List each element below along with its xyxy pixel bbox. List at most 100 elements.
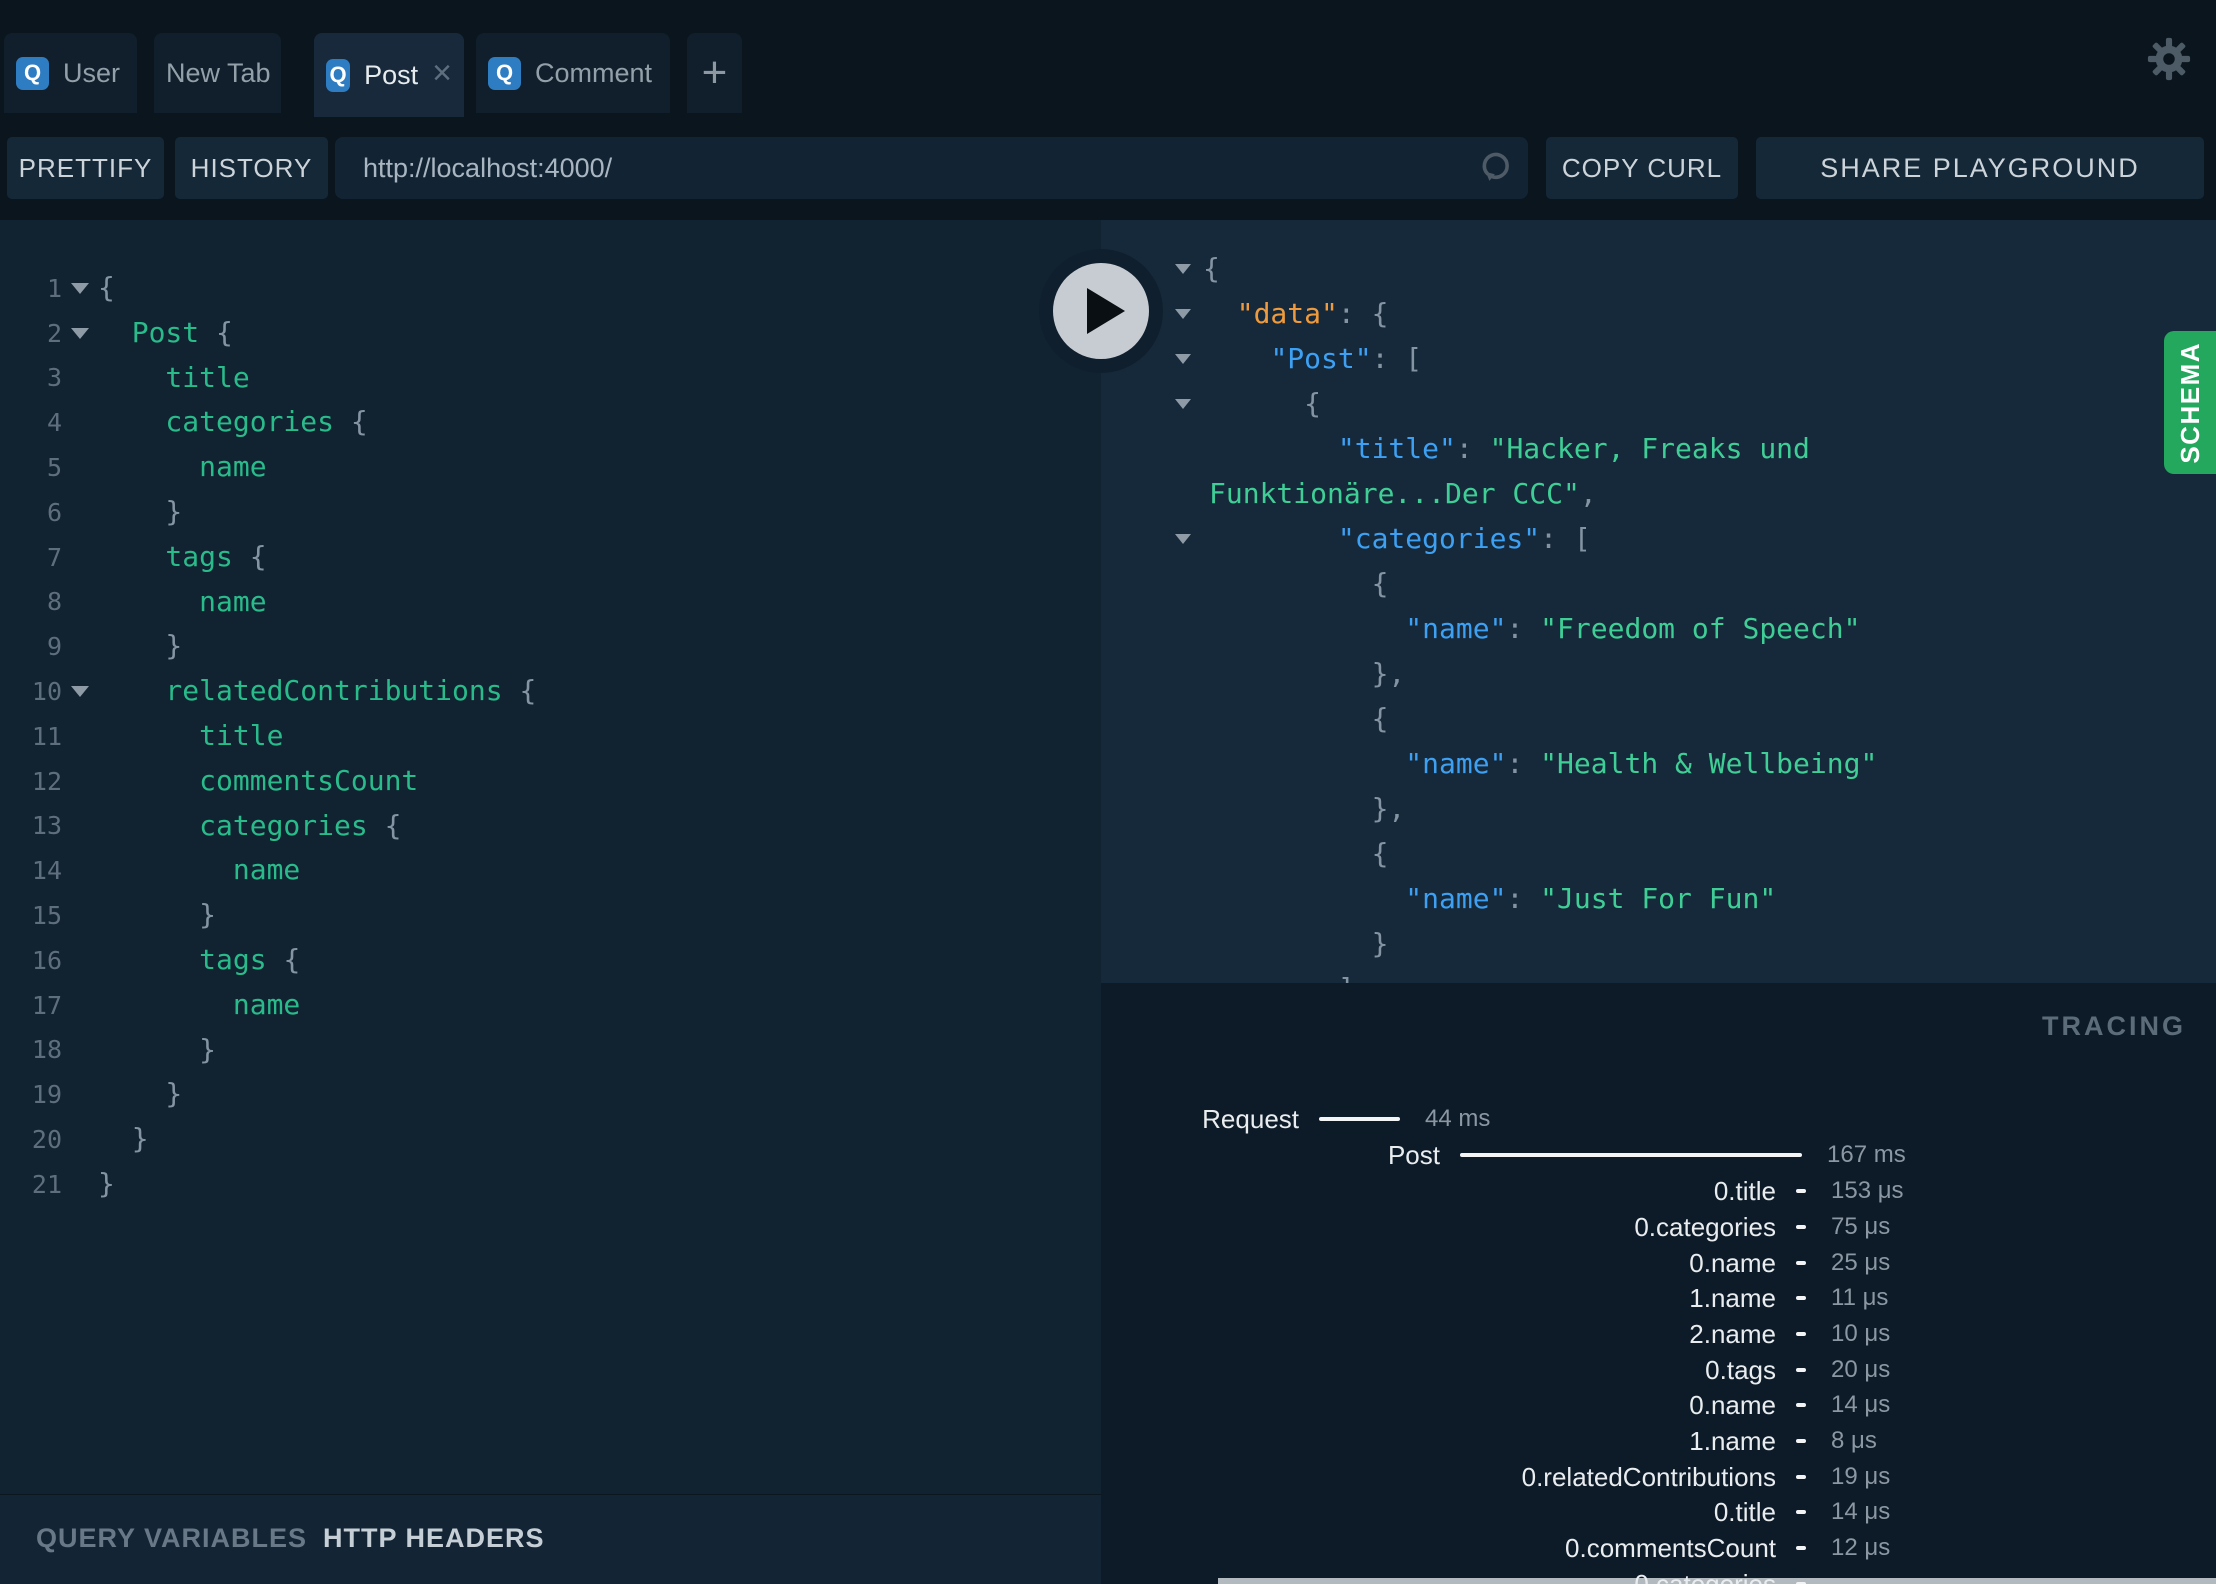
editor-line[interactable]: 9 } (0, 624, 1101, 669)
tab-post[interactable]: Q Post × (314, 33, 464, 117)
response-line: "title": "Hacker, Freaks und (1101, 426, 2216, 471)
editor-line[interactable]: 8 name (0, 580, 1101, 625)
plus-icon: + (701, 48, 728, 97)
trace-duration: 11 μs (1831, 1284, 1889, 1311)
line-number: 4 (46, 408, 62, 438)
trace-duration: 12 μs (1831, 1534, 1891, 1561)
trace-row: 1.name 11 μs (1101, 1282, 1888, 1314)
query-editor[interactable]: 1{2 Post {3 title 4 categories {5 name 6 }… (0, 220, 1101, 1495)
prettify-button[interactable]: PRETTIFY (7, 137, 164, 199)
editor-line[interactable]: 3 title (0, 356, 1101, 401)
trace-row: Request 44 ms (1101, 1103, 1490, 1135)
line-number: 3 (46, 363, 62, 393)
trace-bar (1460, 1153, 1802, 1157)
response-line: } (1101, 921, 2216, 966)
query-code: title (98, 360, 250, 394)
trace-label: 0.categories (1634, 1568, 1776, 1584)
trace-label: 1.name (1689, 1425, 1776, 1456)
trace-row: 0.title 153 μs (1101, 1175, 1904, 1207)
editor-line[interactable]: 13 categories { (0, 804, 1101, 849)
query-code: { (98, 271, 115, 304)
response-code: "categories": [ (1337, 522, 1591, 555)
line-number: 7 (46, 542, 62, 572)
editor-line[interactable]: 16 tags { (0, 938, 1101, 983)
settings-gear-icon[interactable] (2146, 36, 2192, 82)
tracing-title: TRACING (2042, 1011, 2186, 1041)
fold-arrow-icon[interactable] (62, 686, 98, 698)
trace-duration: 19 μs (1831, 1463, 1891, 1490)
fold-arrow-icon[interactable] (1101, 533, 1203, 544)
editor-line[interactable]: 21} (0, 1162, 1101, 1207)
line-number: 2 (46, 318, 62, 348)
editor-line[interactable]: 6 } (0, 490, 1101, 535)
editor-line[interactable]: 15 } (0, 893, 1101, 938)
history-button[interactable]: HISTORY (175, 137, 328, 199)
trace-duration: 8 μs (1831, 1427, 1877, 1454)
tracing-panel: TRACING Request 44 ms Post 167 ms 0.title 153… (1101, 983, 2216, 1584)
trace-row: Post 167 ms (1101, 1139, 1906, 1171)
editor-line[interactable]: 18 } (0, 1028, 1101, 1073)
trace-dash (1796, 1296, 1806, 1300)
editor-line[interactable]: 5 name (0, 445, 1101, 490)
trace-row: 0.tags 20 μs (1101, 1354, 1890, 1386)
line-number: 19 (31, 1080, 62, 1110)
tab-comment[interactable]: Q Comment (476, 33, 670, 113)
tab-new-tab[interactable]: New Tab (154, 33, 281, 113)
fold-arrow-icon[interactable] (62, 327, 98, 339)
editor-line[interactable]: 20 } (0, 1117, 1101, 1162)
trace-duration: 25 μs (1831, 1249, 1891, 1276)
fold-arrow-icon[interactable] (62, 282, 98, 294)
editor-line[interactable]: 19 } (0, 1072, 1101, 1117)
trace-row: 0.categories 75 μs (1101, 1211, 1890, 1243)
query-variables-tab[interactable]: QUERY VARIABLES (36, 1523, 307, 1554)
endpoint-url-input[interactable] (335, 137, 1528, 199)
trace-row: 2.name 10 μs (1101, 1318, 1890, 1350)
line-number: 1 (46, 273, 62, 303)
copy-curl-button[interactable]: COPY CURL (1546, 137, 1738, 199)
query-code: } (98, 629, 183, 663)
trace-label: Post (1387, 1139, 1440, 1170)
query-code: tags { (98, 942, 301, 976)
response-code: "Post": [ (1270, 342, 1423, 375)
trace-dash (1796, 1439, 1806, 1443)
query-code: title (98, 718, 284, 752)
line-number: 14 (31, 856, 62, 886)
line-number: 21 (31, 1169, 62, 1199)
trace-label: 0.title (1713, 1175, 1776, 1206)
schema-tab-button[interactable]: SCHEMA (2164, 331, 2216, 474)
execute-query-button[interactable] (1039, 249, 1163, 373)
http-headers-tab[interactable]: HTTP HEADERS (323, 1523, 545, 1554)
editor-line[interactable]: 14 name (0, 848, 1101, 893)
editor-line[interactable]: 17 name (0, 983, 1101, 1028)
response-code: { (1203, 387, 1322, 420)
line-number: 16 (31, 945, 62, 975)
query-code: name (98, 584, 267, 618)
trace-dash (1796, 1475, 1806, 1479)
new-tab-button[interactable]: + (687, 33, 742, 113)
editor-line[interactable]: 2 Post { (0, 311, 1101, 356)
trace-dash (1796, 1510, 1806, 1514)
editor-line[interactable]: 7 tags { (0, 535, 1101, 580)
line-number: 20 (31, 1125, 62, 1155)
response-line: { (1101, 246, 2216, 291)
query-code: name (98, 450, 267, 484)
trace-dash (1796, 1403, 1806, 1407)
refresh-schema-icon[interactable] (1478, 150, 1514, 186)
editor-line[interactable]: 4 categories { (0, 400, 1101, 445)
share-playground-button[interactable]: SHARE PLAYGROUND (1756, 137, 2204, 199)
trace-label: 0.tags (1705, 1354, 1776, 1385)
editor-line[interactable]: 12 commentsCount (0, 759, 1101, 804)
query-code: } (98, 1122, 149, 1156)
tab-user[interactable]: Q User (4, 33, 137, 113)
trace-row: 0.title 14 μs (1101, 1496, 1890, 1528)
close-tab-icon[interactable]: × (432, 56, 452, 90)
fold-arrow-icon[interactable] (1101, 398, 1203, 409)
editor-line[interactable]: 11 title (0, 714, 1101, 759)
endpoint-url-bar (335, 137, 1528, 199)
editor-line[interactable]: 1{ (0, 266, 1101, 311)
query-badge-icon: Q (326, 58, 351, 92)
trace-dash (1796, 1332, 1806, 1336)
trace-duration: 20 μs (1831, 1356, 1891, 1383)
trace-duration: 167 ms (1827, 1141, 1906, 1168)
editor-line[interactable]: 10 relatedContributions { (0, 669, 1101, 714)
